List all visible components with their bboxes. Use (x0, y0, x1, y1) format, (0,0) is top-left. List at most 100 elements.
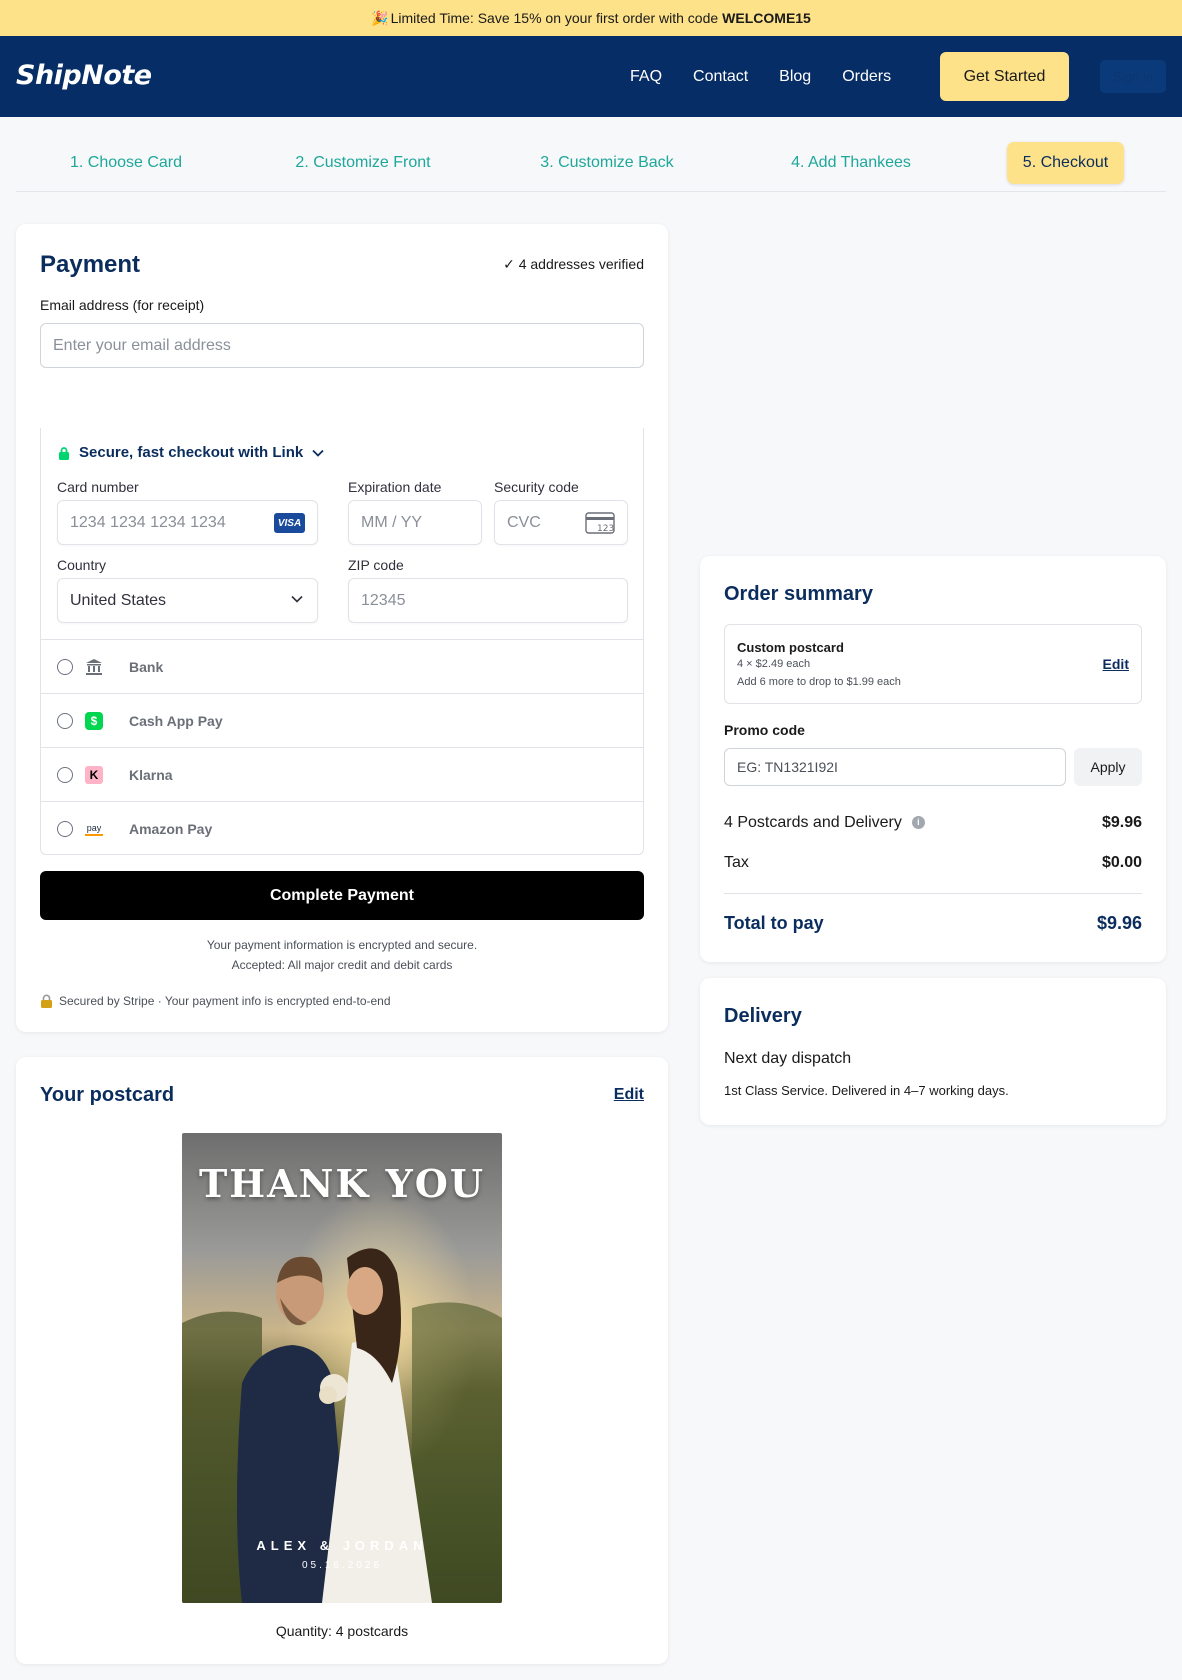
radio-button[interactable] (57, 712, 73, 729)
delivery-title: Delivery (724, 1005, 802, 1027)
postcard-image: THANK YOU ALEX & JORDAN 05.16.2026 (182, 1133, 502, 1603)
step-customize-front[interactable]: 2. Customize Front (278, 142, 448, 184)
payment-method-amazonpay[interactable]: pay Amazon Pay (41, 801, 643, 855)
zip-input[interactable]: 12345 (348, 578, 628, 623)
total-value: $9.96 (1096, 913, 1142, 933)
subtotal-label: 4 Postcards and Delivery (724, 814, 902, 831)
step-choose-card[interactable]: 1. Choose Card (56, 142, 196, 184)
promo-banner: 🎉 Limited Time: Save 15% on your first o… (0, 0, 1182, 36)
info-icon[interactable]: i (911, 816, 925, 829)
tax-row: Tax $0.00 (724, 854, 1142, 872)
cvc-card-icon: 123 (585, 512, 615, 534)
tax-label: Tax (724, 854, 749, 871)
klarna-icon: K (85, 765, 103, 784)
svg-text:123: 123 (597, 524, 614, 534)
logo[interactable]: ShipNote (16, 60, 152, 91)
subtotal-value: $9.96 (1101, 814, 1142, 831)
tax-value: $0.00 (1101, 854, 1142, 871)
apply-promo-button[interactable]: Apply (1074, 748, 1142, 786)
nav-link-faq[interactable]: FAQ (630, 68, 662, 86)
addresses-verified: ✓ 4 addresses verified (503, 256, 644, 272)
amazonpay-icon: pay (85, 822, 103, 836)
postcard-headline: THANK YOU (198, 1161, 486, 1206)
card-number-input[interactable]: 1234 1234 1234 1234 VISA (57, 500, 318, 545)
card-number-placeholder: 1234 1234 1234 1234 (70, 513, 226, 531)
card-number-label: Card number (57, 479, 139, 495)
chevron-down-icon (291, 595, 303, 603)
item-upsell: Add 6 more to drop to $1.99 each (737, 676, 901, 688)
order-item: Custom postcard 4 × $2.49 each Add 6 mor… (724, 624, 1142, 704)
link-label: Secure, fast checkout with Link (79, 444, 304, 461)
expiration-input[interactable]: MM / YY (348, 500, 482, 545)
radio-button[interactable] (57, 820, 73, 837)
security-code-input[interactable]: CVC 123 (494, 500, 628, 545)
postcard-names: ALEX & JORDAN (256, 1538, 428, 1553)
promo-code-label: Promo code (724, 722, 805, 738)
nav-links: FAQ Contact Blog Orders (630, 36, 922, 117)
step-add-thankees[interactable]: 4. Add Thankees (776, 142, 926, 184)
bank-icon (85, 658, 103, 676)
radio-button[interactable] (57, 658, 73, 675)
chevron-down-icon (312, 449, 324, 457)
delivery-dispatch: Next day dispatch (724, 1050, 852, 1067)
lock-icon (59, 446, 69, 460)
expiration-label: Expiration date (348, 479, 442, 495)
edit-item-link[interactable]: Edit (1103, 656, 1129, 672)
promo-text: Limited Time: Save 15% on your first ord… (390, 10, 719, 26)
postcard-date: 05.16.2026 (301, 1560, 383, 1571)
visa-icon: VISA (274, 513, 305, 533)
payment-method-label: Bank (129, 658, 164, 675)
divider (724, 893, 1142, 894)
get-started-button[interactable]: Get Started (940, 52, 1069, 101)
subtotal-row: 4 Postcards and Delivery i $9.96 (724, 814, 1142, 832)
payment-method-cashapp[interactable]: $ Cash App Pay (41, 693, 643, 747)
radio-button[interactable] (57, 766, 73, 783)
cashapp-icon: $ (85, 711, 103, 730)
sign-in-button[interactable]: Sign in (1100, 60, 1166, 93)
step-customize-back[interactable]: 3. Customize Back (524, 142, 690, 184)
padlock-icon (41, 994, 52, 1008)
order-summary-card: Order summary Custom postcard 4 × $2.49 … (700, 556, 1166, 962)
accepted-cards-note: Accepted: All major credit and debit car… (231, 958, 453, 972)
zip-label: ZIP code (348, 557, 404, 573)
country-select[interactable]: United States (57, 578, 318, 623)
nav-link-blog[interactable]: Blog (779, 68, 811, 86)
party-icon: 🎉 (371, 9, 389, 26)
complete-payment-button[interactable]: Complete Payment (40, 871, 644, 920)
checkout-steps: 1. Choose Card 2. Customize Front 3. Cus… (16, 138, 1166, 192)
postcard-title: Your postcard (40, 1084, 175, 1106)
cvc-placeholder: CVC (507, 513, 541, 531)
delivery-card: Delivery Next day dispatch 1st Class Ser… (700, 978, 1166, 1125)
promo-code: WELCOME15 (722, 10, 811, 26)
secured-text: Secured by Stripe · Your payment info is… (59, 994, 391, 1008)
payment-method-label: Amazon Pay (129, 820, 213, 837)
secured-by-stripe: Secured by Stripe · Your payment info is… (40, 994, 391, 1008)
total-label: Total to pay (724, 913, 824, 933)
link-checkout-toggle[interactable]: Secure, fast checkout with Link (57, 444, 324, 461)
payment-title: Payment (40, 251, 141, 278)
payment-method-label: Klarna (129, 766, 173, 783)
top-nav: ShipNote FAQ Contact Blog Orders Get Sta… (0, 36, 1182, 117)
email-input[interactable]: Enter your email address (40, 323, 644, 368)
encryption-note: Your payment information is encrypted an… (206, 938, 478, 952)
edit-postcard-link[interactable]: Edit (614, 1086, 644, 1104)
promo-code-input[interactable]: EG: TN1321I92I (724, 748, 1066, 786)
country-label: Country (57, 557, 107, 573)
postcard-preview-card: Your postcard Edit THANK YOU ALEX & JORD… (16, 1057, 668, 1664)
item-name: Custom postcard (737, 640, 844, 655)
payment-method-bank[interactable]: Bank (41, 639, 643, 693)
nav-link-contact[interactable]: Contact (693, 68, 748, 86)
delivery-service: 1st Class Service. Delivered in 4–7 work… (724, 1083, 1009, 1098)
item-price: 4 × $2.49 each (737, 658, 811, 670)
country-value: United States (70, 591, 167, 609)
payment-card: Payment ✓ 4 addresses verified Email add… (16, 224, 668, 1032)
payment-method-klarna[interactable]: K Klarna (41, 747, 643, 801)
nav-link-orders[interactable]: Orders (842, 68, 891, 86)
email-label: Email address (for receipt) (40, 297, 205, 313)
security-code-label: Security code (494, 479, 579, 495)
payment-method-label: Cash App Pay (129, 712, 223, 729)
order-summary-title: Order summary (724, 583, 873, 605)
total-row: Total to pay $9.96 (724, 913, 1142, 934)
postcard-quantity: Quantity: 4 postcards (275, 1623, 409, 1639)
step-checkout[interactable]: 5. Checkout (1007, 142, 1124, 184)
